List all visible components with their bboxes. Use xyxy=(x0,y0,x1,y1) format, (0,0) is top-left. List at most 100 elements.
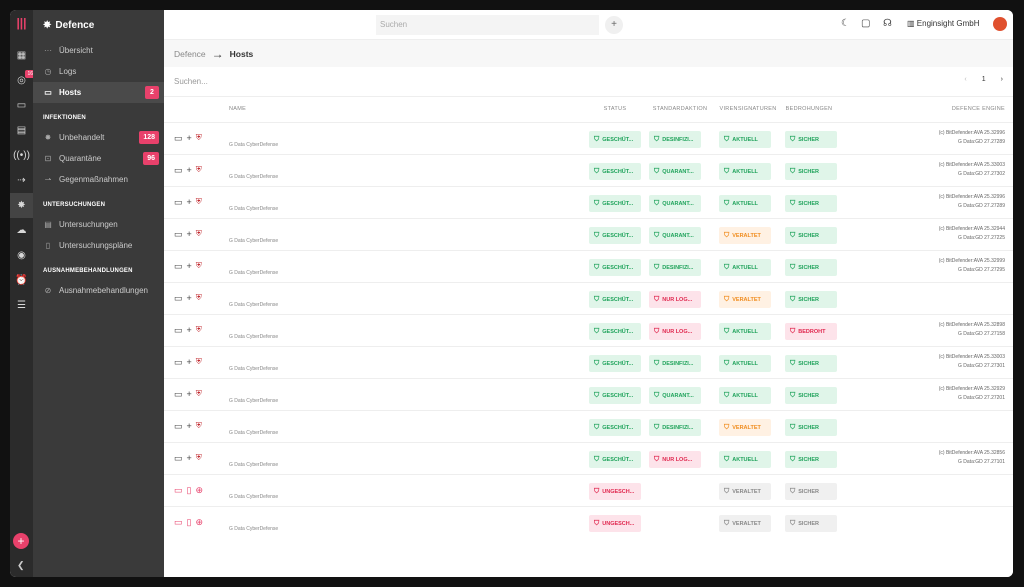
sidebar-item-hosts[interactable]: ▭ Hosts 2 xyxy=(33,82,164,103)
threat-badge[interactable]: ⛉ SICHER xyxy=(785,131,837,149)
table-row[interactable]: ▭ + ⛨ G Data CyberDefense ⛉ GESCHÜT... ⛉ DESINF… xyxy=(164,122,1013,154)
gdata-shield-icon[interactable]: ⛨ xyxy=(196,197,202,207)
sidebar-item-quarantaene[interactable]: ⊡ Quarantäne 96 xyxy=(33,148,164,169)
table-search-input[interactable]: Suchen... xyxy=(174,77,208,86)
laptop-icon[interactable]: ▭ xyxy=(174,293,183,304)
gdata-shield-icon[interactable]: ⛨ xyxy=(196,133,202,143)
sidebar-item-gegenmassnahmen[interactable]: ⇀ Gegenmaßnahmen xyxy=(33,169,164,190)
signature-badge[interactable]: ⛉ AKTUELL xyxy=(719,195,771,213)
breadcrumb-parent[interactable]: Defence xyxy=(174,49,206,59)
gdata-shield-icon[interactable]: ⛨ xyxy=(196,357,202,367)
signature-badge[interactable]: ⛉ AKTUELL xyxy=(719,163,771,181)
threat-badge[interactable]: ⛉ SICHER xyxy=(785,515,837,533)
download-icon[interactable]: ⊕ xyxy=(195,485,203,496)
plus-icon[interactable]: + xyxy=(187,133,192,143)
organization-switcher[interactable]: ▥ Enginsight GmbH xyxy=(907,19,979,28)
settings-sliders-icon[interactable]: ☰ xyxy=(10,293,33,318)
signature-badge[interactable]: ⛉ VERALTET xyxy=(719,227,771,245)
gdata-shield-icon[interactable]: ⛨ xyxy=(196,165,202,175)
status-badge[interactable]: ⛉ GESCHÜT... xyxy=(589,323,641,341)
threat-badge[interactable]: ⛉ SICHER xyxy=(785,195,837,213)
radar-icon[interactable]: ◉ xyxy=(10,243,33,268)
col-action[interactable]: STANDARDAKTION xyxy=(645,97,715,122)
action-badge[interactable]: ⛉ QUARANT... xyxy=(649,163,701,181)
signature-badge[interactable]: ⛉ VERALTET xyxy=(719,515,771,533)
threat-badge[interactable]: ⛉ SICHER xyxy=(785,483,837,501)
laptop-icon[interactable]: ▭ xyxy=(174,197,183,208)
global-search-input[interactable]: Suchen xyxy=(376,15,599,35)
signature-badge[interactable]: ⛉ AKTUELL xyxy=(719,259,771,277)
plus-icon[interactable]: + xyxy=(187,229,192,239)
status-badge[interactable]: ⛉ GESCHÜT... xyxy=(589,131,641,149)
laptop-icon[interactable]: ▭ xyxy=(174,133,183,144)
action-badge[interactable]: ⛉ QUARANT... xyxy=(649,195,701,213)
sidebar-item-unbehandelt[interactable]: ✸ Unbehandelt 128 xyxy=(33,127,164,148)
status-badge[interactable]: ⛉ GESCHÜT... xyxy=(589,227,641,245)
table-row[interactable]: ▭ + ⛨ G Data CyberDefense ⛉ GESCHÜT... ⛉ NUR LO… xyxy=(164,282,1013,314)
signature-badge[interactable]: ⛉ VERALTET xyxy=(719,291,771,309)
status-badge[interactable]: ⛉ GESCHÜT... xyxy=(589,291,641,309)
sidebar-item-untersuchungen[interactable]: ▤ Untersuchungen xyxy=(33,214,164,235)
defence-icon[interactable]: ✸ xyxy=(10,193,33,218)
action-badge[interactable]: ⛉ NUR LOG... xyxy=(649,323,701,341)
threat-badge[interactable]: ⛉ SICHER xyxy=(785,163,837,181)
threat-badge[interactable]: ⛉ SICHER xyxy=(785,355,837,373)
threat-badge[interactable]: ⛉ SICHER xyxy=(785,387,837,405)
signature-badge[interactable]: ⛉ VERALTET xyxy=(719,483,771,501)
col-status[interactable]: STATUS xyxy=(585,97,645,122)
sidebar-item-uebersicht[interactable]: ··· Übersicht xyxy=(33,40,164,61)
signature-badge[interactable]: ⛉ VERALTET xyxy=(719,419,771,437)
gdata-shield-icon[interactable]: ⛨ xyxy=(196,325,202,335)
plus-icon[interactable]: + xyxy=(187,261,192,271)
laptop-icon[interactable]: ▭ xyxy=(174,421,183,432)
plus-icon[interactable]: + xyxy=(187,421,192,431)
action-badge[interactable]: ⛉ QUARANT... xyxy=(649,227,701,245)
laptop-icon[interactable]: ▭ xyxy=(174,229,183,240)
dashboard-icon[interactable]: ▦ xyxy=(10,43,33,68)
signature-badge[interactable]: ⛉ AKTUELL xyxy=(719,131,771,149)
action-badge[interactable]: ⛉ DESINFIZI... xyxy=(649,259,701,277)
signature-badge[interactable]: ⛉ AKTUELL xyxy=(719,355,771,373)
plus-icon[interactable]: + xyxy=(187,293,192,303)
prev-page-icon[interactable]: ‹ xyxy=(964,76,966,88)
gdata-shield-icon[interactable]: ⛨ xyxy=(196,453,202,463)
table-row[interactable]: ▭ ▯ ⊕ G Data CyberDefense ⛉ UNGESCH... ⛉ VERALT… xyxy=(164,506,1013,538)
action-badge[interactable]: ⛉ NUR LOG... xyxy=(649,451,701,469)
laptop-icon[interactable]: ▭ xyxy=(174,165,183,176)
signature-badge[interactable]: ⛉ AKTUELL xyxy=(719,451,771,469)
plus-icon[interactable]: + xyxy=(187,357,192,367)
threat-badge[interactable]: ⛉ SICHER xyxy=(785,451,837,469)
table-row[interactable]: ▭ + ⛨ G Data CyberDefense ⛉ GESCHÜT... ⛉ QUARAN… xyxy=(164,154,1013,186)
table-row[interactable]: ▭ + ⛨ G Data CyberDefense ⛉ GESCHÜT... ⛉ QUARAN… xyxy=(164,218,1013,250)
table-row[interactable]: ▭ + ⛨ G Data CyberDefense ⛉ GESCHÜT... ⛉ DESINF… xyxy=(164,250,1013,282)
gdata-shield-icon[interactable]: ⛨ xyxy=(196,293,202,303)
col-threats[interactable]: BEDROHUNGEN xyxy=(781,97,837,122)
table-row[interactable]: ▭ ▯ ⊕ G Data CyberDefense ⛉ UNGESCH... ⛉ VERALT… xyxy=(164,474,1013,506)
route-icon[interactable]: ⇢ xyxy=(10,168,33,193)
laptop-icon[interactable]: ▭ xyxy=(174,485,183,496)
alarm-icon[interactable]: ⏰ xyxy=(10,268,33,293)
laptop-icon[interactable]: ▭ xyxy=(174,325,183,336)
hosts-icon[interactable]: ▭ xyxy=(10,93,33,118)
plus-icon[interactable]: + xyxy=(187,453,192,463)
page-number[interactable]: 1 xyxy=(977,76,991,88)
plus-icon[interactable]: + xyxy=(187,389,192,399)
alerts-icon[interactable]: ◎ 16 xyxy=(10,68,35,93)
table-row[interactable]: ▭ + ⛨ G Data CyberDefense ⛉ GESCHÜT... ⛉ NUR LO… xyxy=(164,442,1013,474)
signature-badge[interactable]: ⛉ AKTUELL xyxy=(719,387,771,405)
table-row[interactable]: ▭ + ⛨ G Data CyberDefense ⛉ GESCHÜT... ⛉ DESINF… xyxy=(164,410,1013,442)
table-row[interactable]: ▭ + ⛨ G Data CyberDefense ⛉ GESCHÜT... ⛉ QUARAN… xyxy=(164,186,1013,218)
laptop-icon[interactable]: ▭ xyxy=(174,389,183,400)
collapse-icon[interactable]: ❮ xyxy=(17,560,25,571)
status-badge[interactable]: ⛉ UNGESCH... xyxy=(589,483,641,501)
status-badge[interactable]: ⛉ GESCHÜT... xyxy=(589,259,641,277)
document-icon[interactable]: ▯ xyxy=(187,485,192,496)
status-badge[interactable]: ⛉ GESCHÜT... xyxy=(589,387,641,405)
plus-icon[interactable]: + xyxy=(187,325,192,335)
threat-badge[interactable]: ⛉ SICHER xyxy=(785,227,837,245)
add-icon[interactable]: + xyxy=(13,533,29,549)
next-page-icon[interactable]: › xyxy=(1001,76,1003,88)
action-badge[interactable]: ⛉ QUARANT... xyxy=(649,387,701,405)
status-badge[interactable]: ⛉ GESCHÜT... xyxy=(589,355,641,373)
status-badge[interactable]: ⛉ UNGESCH... xyxy=(589,515,641,533)
